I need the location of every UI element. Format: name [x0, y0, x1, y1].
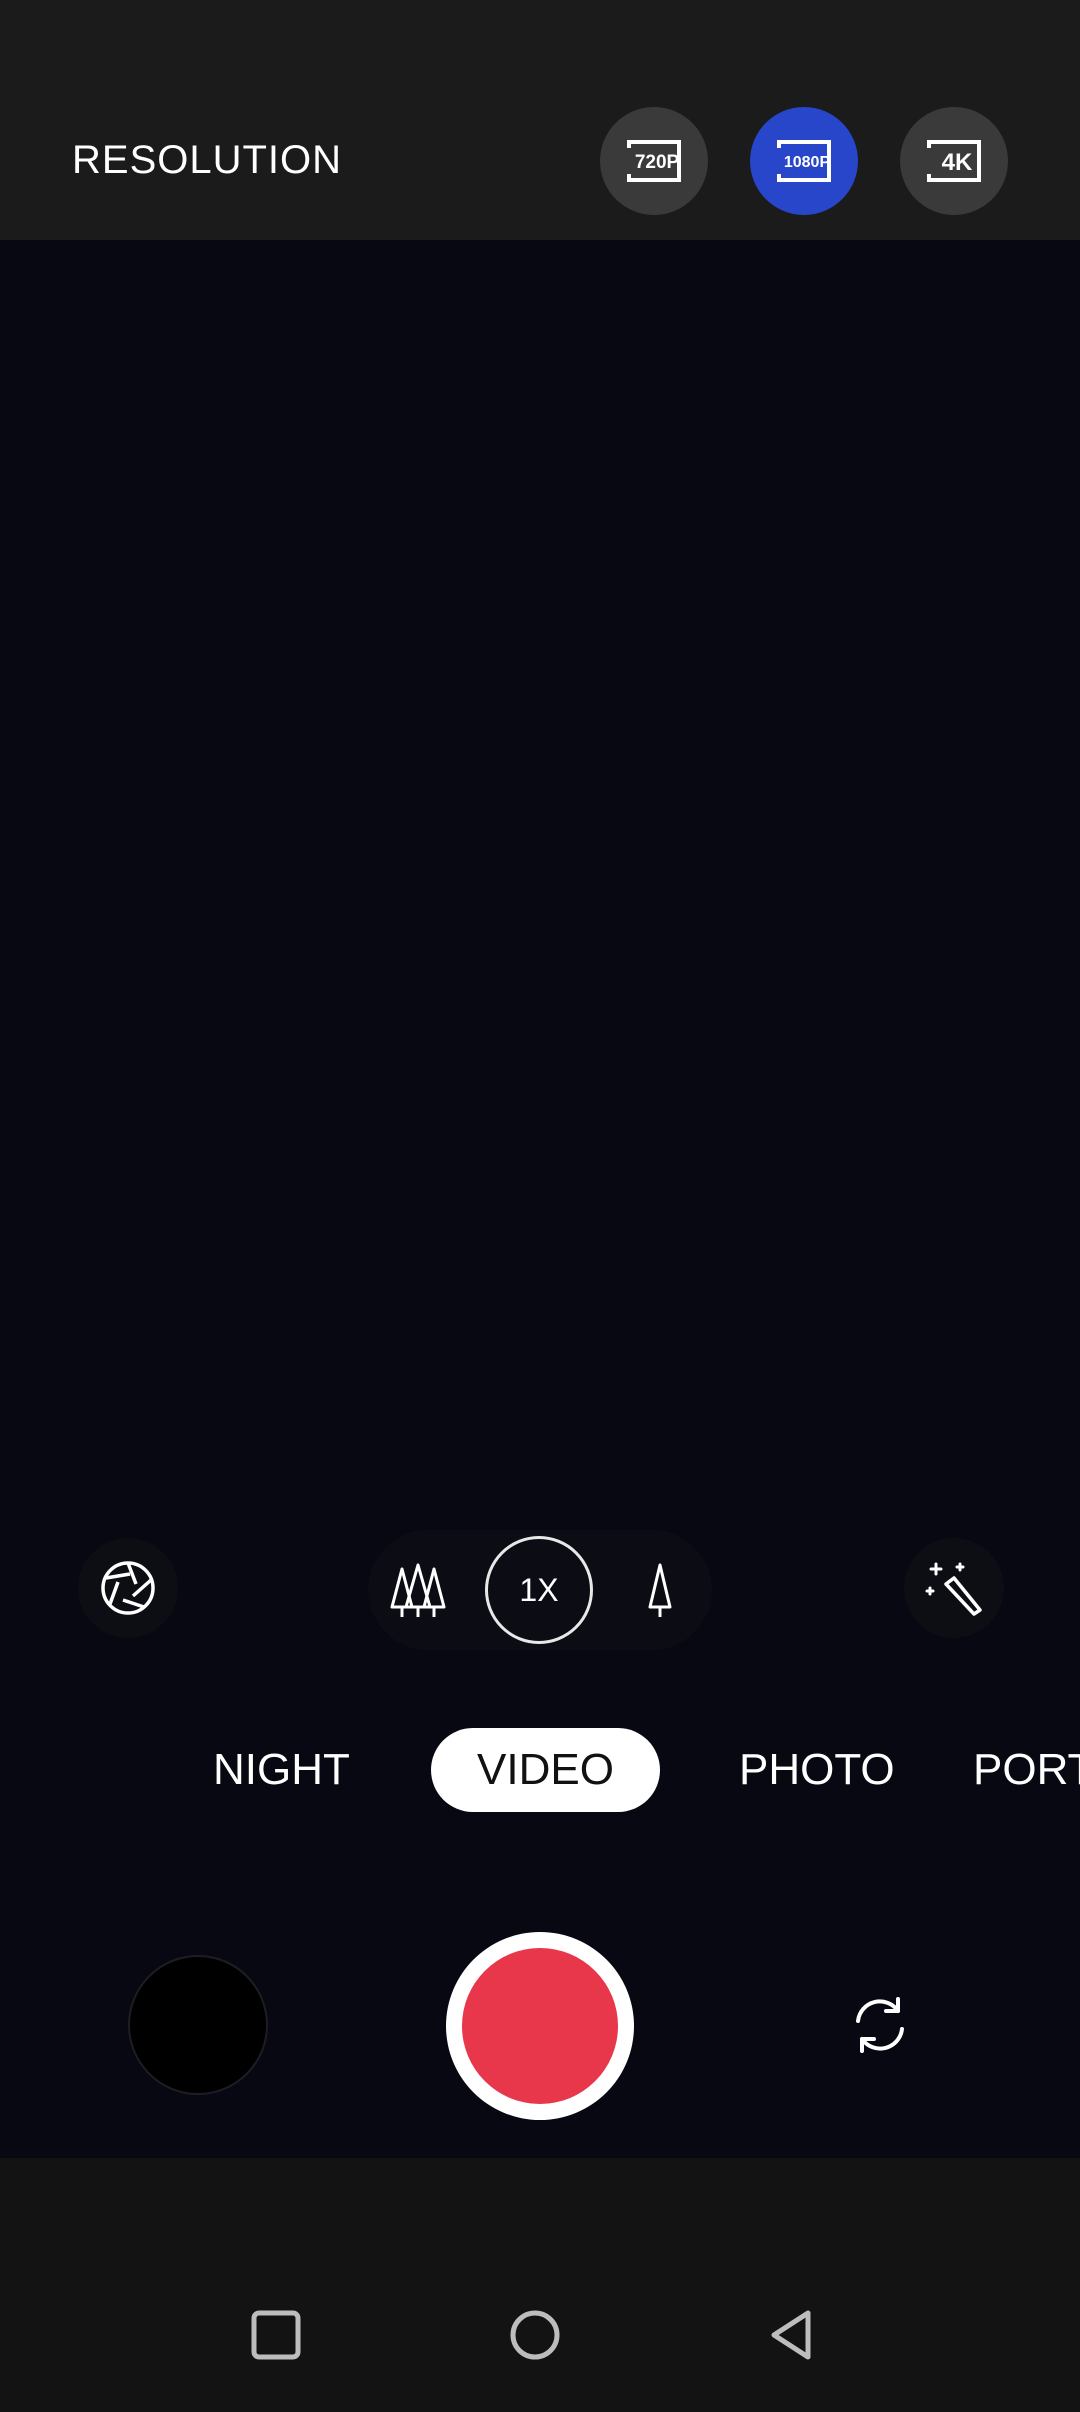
zoom-wide-button[interactable]	[383, 1556, 453, 1626]
single-tree-tele-icon	[648, 1563, 672, 1617]
trees-wide-icon	[390, 1563, 446, 1617]
gallery-thumbnail[interactable]	[128, 1955, 268, 2095]
resolution-1080p-icon: 1080P	[773, 140, 831, 182]
recents-button[interactable]	[246, 2305, 306, 2365]
resolution-1080p-button[interactable]: 1080P	[750, 107, 858, 215]
switch-camera-button[interactable]	[810, 1975, 950, 2075]
record-indicator	[462, 1948, 618, 2104]
resolution-title: RESOLUTION	[72, 138, 343, 182]
record-button[interactable]	[446, 1932, 634, 2120]
resolution-720p-button[interactable]: 720P	[600, 107, 708, 215]
aperture-icon	[101, 1561, 155, 1615]
back-icon	[771, 2310, 811, 2360]
mode-portrait[interactable]: PORT	[973, 1728, 1080, 1812]
svg-text:1080P: 1080P	[784, 154, 831, 171]
system-navigation-bar	[0, 2158, 1080, 2412]
aperture-button[interactable]	[78, 1538, 178, 1638]
home-button[interactable]	[505, 2305, 565, 2365]
mode-night[interactable]: NIGHT	[213, 1728, 350, 1812]
svg-text:4K: 4K	[942, 149, 973, 176]
back-button[interactable]	[764, 2305, 824, 2365]
magic-wand-icon	[925, 1562, 982, 1616]
resolution-4k-button[interactable]: 4K	[900, 107, 1008, 215]
zoom-tele-button[interactable]	[625, 1556, 695, 1626]
mode-video[interactable]: VIDEO	[431, 1728, 660, 1812]
resolution-4k-icon: 4K	[923, 140, 981, 182]
switch-camera-icon	[856, 1997, 904, 2053]
svg-text:720P: 720P	[635, 152, 680, 173]
zoom-1x-button[interactable]: 1X	[485, 1536, 593, 1644]
mode-photo[interactable]: PHOTO	[739, 1728, 895, 1812]
recents-icon	[251, 2310, 301, 2360]
camera-mode-selector: NIGHT VIDEO PHOTO PORT	[0, 1728, 1080, 1812]
home-icon	[510, 2310, 560, 2360]
camera-viewfinder[interactable]	[0, 240, 1080, 2158]
resolution-720p-icon: 720P	[623, 140, 681, 182]
beauty-effects-button[interactable]	[904, 1538, 1004, 1638]
resolution-bar: RESOLUTION 720P 1080P 4K	[0, 0, 1080, 240]
